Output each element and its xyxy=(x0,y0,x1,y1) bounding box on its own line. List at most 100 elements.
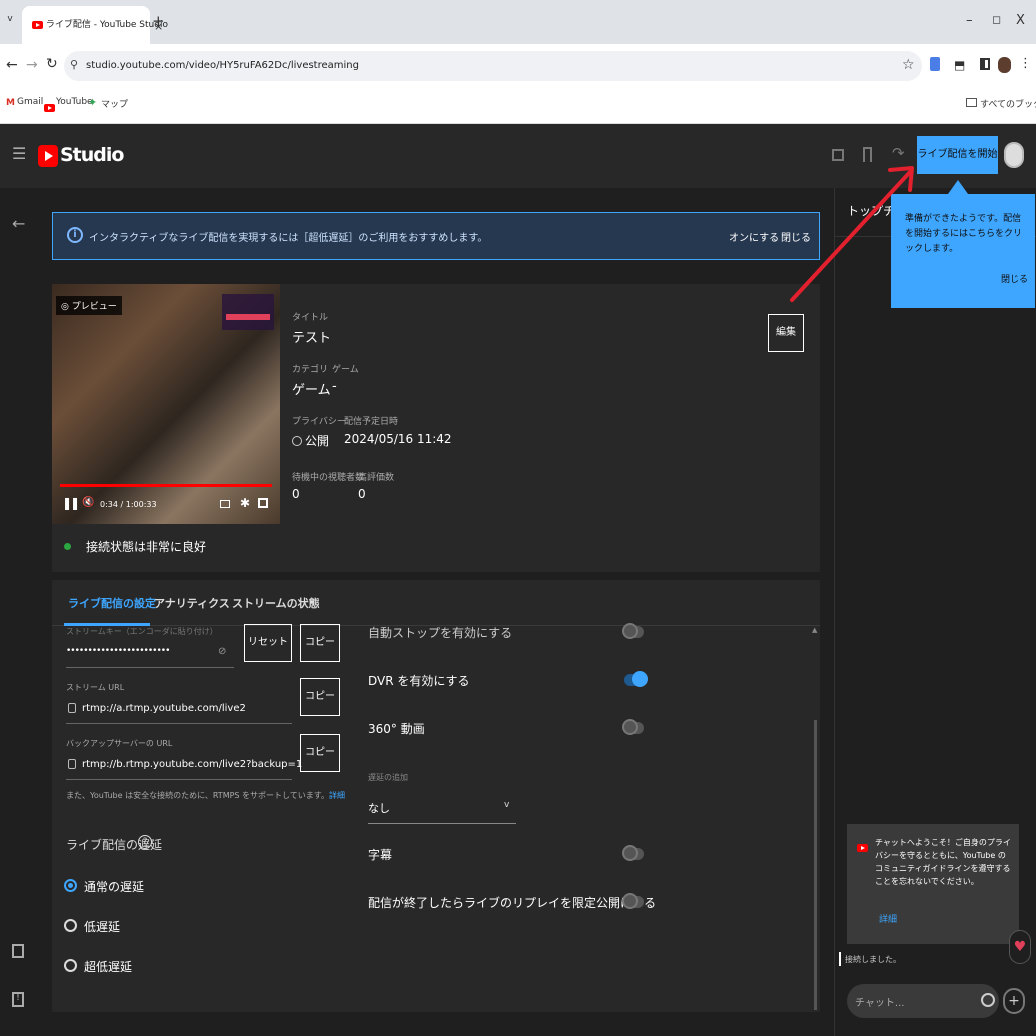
bookmark-gmail[interactable]: Gmail xyxy=(17,97,43,107)
tab-analytics[interactable]: アナリティクス xyxy=(154,595,230,611)
360-video-label: 360° 動画 xyxy=(368,722,425,736)
video-progress-bar[interactable] xyxy=(60,484,272,487)
stream-preview[interactable]: ◎ プレビュー ❚❚ 🔇 0:34 / 1:00:33 ✱ xyxy=(52,284,280,524)
banner-text: インタラクティブなライブ配信を実現するには［超低遅延］のご利用をおすすめします。 xyxy=(89,233,488,244)
external-link-icon[interactable] xyxy=(12,944,24,958)
stream-key-label: ストリームキー（エンコーダに貼り付け） xyxy=(66,627,218,636)
radio-ultra-low-latency[interactable] xyxy=(64,959,77,972)
pause-icon[interactable]: ❚❚ xyxy=(62,496,80,510)
profile-avatar[interactable] xyxy=(998,57,1011,73)
site-info-icon[interactable]: ⚲ xyxy=(70,58,78,71)
category-value: ゲーム xyxy=(292,383,331,398)
captions-icon[interactable] xyxy=(220,500,230,508)
translate-extension-icon[interactable] xyxy=(930,57,940,71)
minimize-button[interactable]: – xyxy=(966,13,973,28)
delay-value: なし xyxy=(368,802,390,815)
game-hud xyxy=(222,294,274,330)
connection-status-dot xyxy=(64,543,71,550)
youtube-logo-icon[interactable] xyxy=(38,145,58,167)
side-panel-icon[interactable] xyxy=(980,58,990,70)
new-tab-button[interactable]: + xyxy=(152,12,165,30)
replay-unlisted-toggle[interactable] xyxy=(622,893,644,909)
auto-stop-toggle[interactable] xyxy=(622,623,644,639)
bookmark-star-icon[interactable]: ☆ xyxy=(902,57,915,73)
welcome-text: チャットへようこそ！ご自身のプライバシーを守るとともに、YouTube のコミュ… xyxy=(875,838,1011,886)
copy-backup-url-button[interactable]: コピー xyxy=(300,734,340,772)
mute-icon[interactable]: 🔇 xyxy=(82,497,94,508)
clapperboard-icon[interactable] xyxy=(832,149,844,161)
welcome-learn-more-link[interactable]: 詳細 xyxy=(879,912,897,925)
toggle-knob xyxy=(622,623,638,639)
radio-low-latency[interactable] xyxy=(64,919,77,932)
extensions-icon[interactable]: ⬒ xyxy=(954,58,965,72)
lock-icon xyxy=(68,703,76,713)
back-arrow-icon[interactable]: ← xyxy=(12,214,25,233)
maximize-button[interactable]: ◻ xyxy=(992,13,1001,26)
studio-logo-text[interactable]: Studio xyxy=(60,144,124,166)
radio-normal-latency[interactable] xyxy=(64,879,77,892)
bookmark-maps[interactable]: マップ xyxy=(101,97,128,110)
waiting-viewers-value: 0 xyxy=(292,487,300,501)
reload-button[interactable]: ↻ xyxy=(46,56,58,72)
omnibox[interactable]: ⚲ studio.youtube.com/video/HY5ruFA62Dc/l… xyxy=(64,51,922,81)
avatar[interactable] xyxy=(1004,142,1024,168)
stream-key-field[interactable]: •••••••••••••••••••••••• ⊘ xyxy=(66,642,234,668)
go-live-button[interactable]: ライブ配信を開始 xyxy=(917,136,998,174)
add-button[interactable]: + xyxy=(1003,988,1025,1014)
window-close-button[interactable]: X xyxy=(1016,13,1025,28)
share-icon[interactable]: ↷ xyxy=(892,144,905,162)
captions-label: 字幕 xyxy=(368,848,393,862)
reset-key-button[interactable]: リセット xyxy=(244,624,292,662)
likes-label: 高評価数 xyxy=(358,473,395,483)
menu-icon[interactable]: ☰ xyxy=(12,144,26,163)
youtube-icon xyxy=(857,843,868,852)
back-button[interactable]: ← xyxy=(6,57,18,73)
address-bar-row: ← → ↻ ⚲ studio.youtube.com/video/HY5ruFA… xyxy=(0,44,1036,88)
chevron-down-icon: v xyxy=(504,800,510,810)
tab-search-button[interactable]: v xyxy=(3,14,17,30)
browser-menu-icon[interactable]: ⋮ xyxy=(1019,56,1032,71)
delay-dropdown[interactable]: なし v xyxy=(368,788,516,824)
connection-status-text: 接続状態は非常に良好 xyxy=(86,540,207,554)
browser-tab[interactable]: ライブ配信 - YouTube Studio × xyxy=(22,6,168,44)
360-video-toggle[interactable] xyxy=(622,719,644,735)
url-text[interactable]: studio.youtube.com/video/HY5ruFA62Dc/liv… xyxy=(86,60,359,71)
backup-url-field[interactable]: rtmp://b.rtmp.youtube.com/live2?backup=1 xyxy=(66,752,302,780)
bookmark-icon[interactable] xyxy=(863,147,872,162)
scroll-up-icon[interactable]: ▲ xyxy=(812,626,817,634)
tab-stream-health[interactable]: ストリームの状態 xyxy=(232,595,320,611)
title-label: タイトル xyxy=(292,313,329,323)
stream-url-field[interactable]: rtmp://a.rtmp.youtube.com/live2 xyxy=(66,696,292,724)
radio-ultra-low-latency-label[interactable]: 超低遅延 xyxy=(84,958,132,975)
scrollbar[interactable] xyxy=(814,720,817,1010)
edit-button[interactable]: 編集 xyxy=(768,314,804,352)
copy-url-button[interactable]: コピー xyxy=(300,678,340,716)
eye-off-icon[interactable]: ⊘ xyxy=(218,646,226,657)
tab-stream-settings[interactable]: ライブ配信の設定 xyxy=(68,595,156,611)
feedback-icon[interactable] xyxy=(12,992,24,1007)
fullscreen-icon[interactable] xyxy=(258,498,268,508)
privacy-value: 公開 xyxy=(305,434,330,448)
rtmps-learn-more-link[interactable]: 詳細 xyxy=(329,791,345,800)
banner-close-button[interactable]: 閉じる xyxy=(781,229,811,244)
settings-tabs: ライブ配信の設定 アナリティクス ストリームの状態 xyxy=(52,580,820,626)
help-icon[interactable]: ? xyxy=(138,835,152,849)
dvr-toggle[interactable] xyxy=(624,671,648,687)
copy-key-button[interactable]: コピー xyxy=(300,624,340,662)
emoji-icon[interactable] xyxy=(981,993,995,1007)
radio-low-latency-label[interactable]: 低遅延 xyxy=(84,918,120,935)
all-bookmarks[interactable]: すべてのブックマーク xyxy=(980,97,1036,110)
tooltip-close-button[interactable]: 閉じる xyxy=(1001,272,1028,285)
radio-normal-latency-label[interactable]: 通常の遅延 xyxy=(84,878,144,895)
forward-button[interactable]: → xyxy=(26,57,38,73)
info-icon: i xyxy=(67,227,83,243)
live-chat-panel: トップチャット チャットへようこそ！ご自身のプライバシーを守るとともに、YouT… xyxy=(834,188,1036,1036)
chat-input[interactable]: チャット... xyxy=(847,984,999,1018)
toggle-knob xyxy=(632,671,648,687)
turn-on-button[interactable]: オンにする xyxy=(729,229,779,244)
replay-unlisted-label: 配信が終了したらライブのリプレイを限定公開にする xyxy=(368,896,657,910)
heart-reaction-button[interactable]: ♥ xyxy=(1009,930,1031,964)
gear-icon[interactable]: ✱ xyxy=(240,496,250,510)
maps-icon: ✦ xyxy=(88,96,98,109)
captions-toggle[interactable] xyxy=(622,845,644,861)
